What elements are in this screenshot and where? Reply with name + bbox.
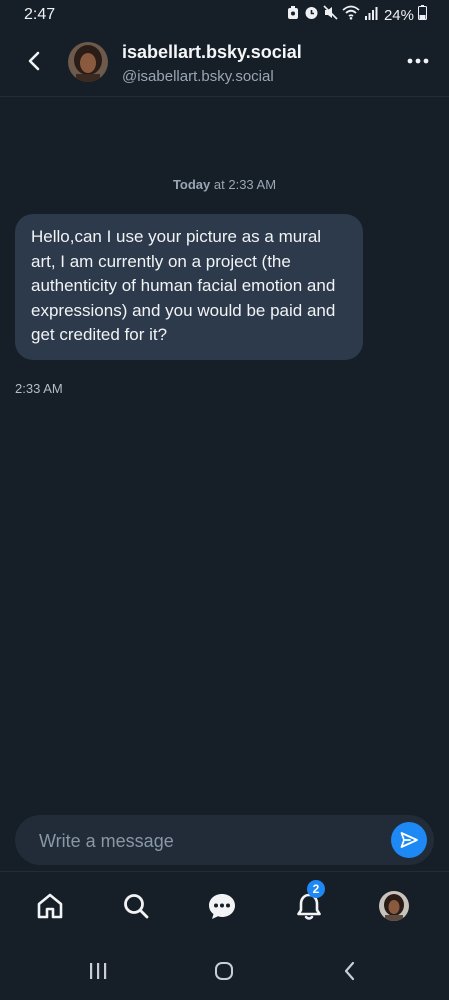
clock-icon (304, 5, 319, 25)
date-divider: Today at 2:33 AM (0, 177, 449, 192)
more-options-button[interactable] (405, 48, 431, 74)
recent-apps-button[interactable] (83, 959, 113, 983)
profile-avatar (379, 891, 409, 921)
alarm-icon (286, 5, 300, 25)
message-text: Hello,can I use your picture as a mural … (31, 227, 336, 344)
date-divider-time: at 2:33 AM (210, 177, 277, 192)
date-divider-day: Today (172, 177, 211, 192)
conversation-header: isabellart.bsky.social @isabellart.bsky.… (0, 30, 449, 97)
nav-home[interactable] (32, 888, 68, 924)
send-button[interactable] (391, 822, 427, 858)
nav-chat[interactable] (204, 888, 240, 924)
message-composer (15, 815, 434, 867)
chat-icon (209, 894, 235, 919)
contact-handle: @isabellart.bsky.social (122, 68, 274, 85)
system-nav-bar (0, 941, 449, 1000)
mute-icon (323, 5, 338, 25)
nav-notifications[interactable]: 2 (291, 880, 327, 924)
back-button[interactable] (18, 45, 50, 77)
avatar[interactable] (68, 42, 108, 82)
system-back-button[interactable] (335, 959, 365, 983)
battery-percentage: 24% (383, 6, 414, 24)
signal-icon (364, 6, 378, 25)
wifi-icon (342, 5, 360, 25)
search-icon (124, 894, 149, 919)
send-icon (400, 832, 418, 848)
back-arrow-icon (344, 961, 355, 981)
nav-search[interactable] (118, 888, 154, 924)
system-home-button[interactable] (209, 959, 239, 983)
status-bar: 2:47 24% (0, 0, 449, 30)
status-time: 2:47 (24, 6, 56, 23)
home-circle-icon (215, 962, 233, 980)
recents-icon (90, 963, 107, 979)
battery-icon (418, 5, 427, 25)
message-timestamp: 2:33 AM (15, 381, 63, 396)
message-input[interactable] (37, 815, 381, 867)
status-icons: 24% (286, 5, 427, 25)
chevron-left-icon (28, 51, 40, 71)
notification-badge: 2 (307, 880, 325, 898)
more-horizontal-icon (407, 58, 429, 64)
message-bubble[interactable]: Hello,can I use your picture as a mural … (15, 214, 363, 360)
contact-display-name: isabellart.bsky.social (122, 42, 302, 62)
nav-profile[interactable] (376, 888, 412, 924)
home-icon (37, 893, 63, 919)
bottom-nav: 2 (0, 871, 449, 942)
